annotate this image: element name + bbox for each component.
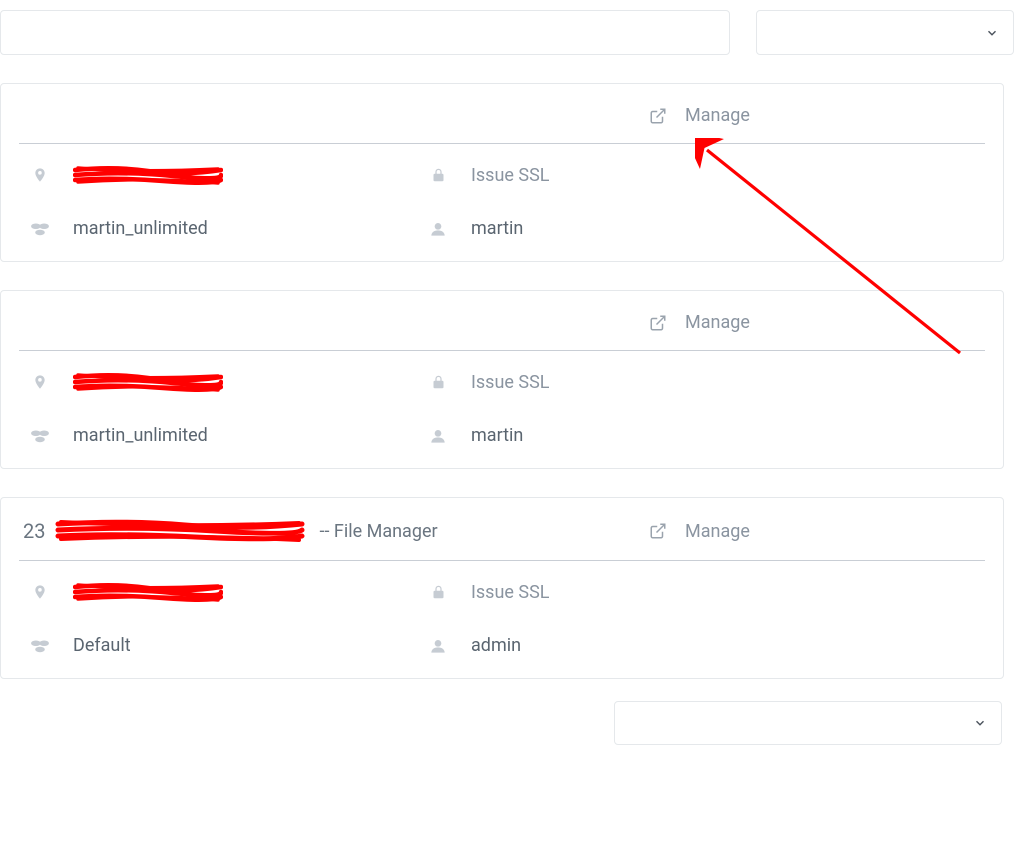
package-value: martin_unlimited — [73, 425, 208, 446]
external-link-icon — [649, 314, 667, 332]
map-marker-icon — [29, 165, 51, 185]
manage-link[interactable]: Manage — [649, 312, 750, 333]
user-icon — [427, 220, 449, 238]
issue-ssl-link[interactable]: Issue SSL — [471, 372, 549, 393]
manage-link[interactable]: Manage — [649, 521, 750, 542]
package-icon — [29, 637, 51, 655]
external-link-icon — [649, 107, 667, 125]
package-icon — [29, 427, 51, 445]
user-value: martin — [471, 218, 523, 239]
card-id: 23 — [23, 519, 45, 543]
lock-icon — [427, 373, 449, 391]
filter-dropdown[interactable] — [756, 10, 1014, 55]
user-value: admin — [471, 635, 521, 656]
redacted-domain — [73, 164, 223, 186]
lock-icon — [427, 166, 449, 184]
user-value: martin — [471, 425, 523, 446]
redacted-title — [55, 518, 305, 544]
chevron-down-icon — [985, 26, 999, 40]
map-marker-icon — [29, 372, 51, 392]
lock-icon — [427, 583, 449, 601]
chevron-down-icon — [973, 716, 987, 730]
manage-label: Manage — [685, 521, 750, 542]
user-icon — [427, 637, 449, 655]
package-icon — [29, 220, 51, 238]
external-link-icon — [649, 522, 667, 540]
manage-link[interactable]: Manage — [649, 105, 750, 126]
redacted-domain — [73, 581, 223, 603]
domain-card: Manage — [0, 290, 1004, 469]
domain-card: 23 -- File Manager Manage — [0, 497, 1004, 679]
card-title: 23 -- File Manager — [23, 518, 438, 544]
manage-label: Manage — [685, 312, 750, 333]
domain-card: Manage — [0, 83, 1004, 262]
redacted-domain — [73, 371, 223, 393]
manage-label: Manage — [685, 105, 750, 126]
map-marker-icon — [29, 582, 51, 602]
user-icon — [427, 427, 449, 445]
pagination-dropdown[interactable] — [614, 701, 1002, 745]
search-input[interactable] — [0, 10, 730, 55]
package-value: martin_unlimited — [73, 218, 208, 239]
package-value: Default — [73, 635, 131, 656]
issue-ssl-link[interactable]: Issue SSL — [471, 582, 549, 603]
card-title-suffix: -- File Manager — [319, 521, 437, 542]
issue-ssl-link[interactable]: Issue SSL — [471, 165, 549, 186]
